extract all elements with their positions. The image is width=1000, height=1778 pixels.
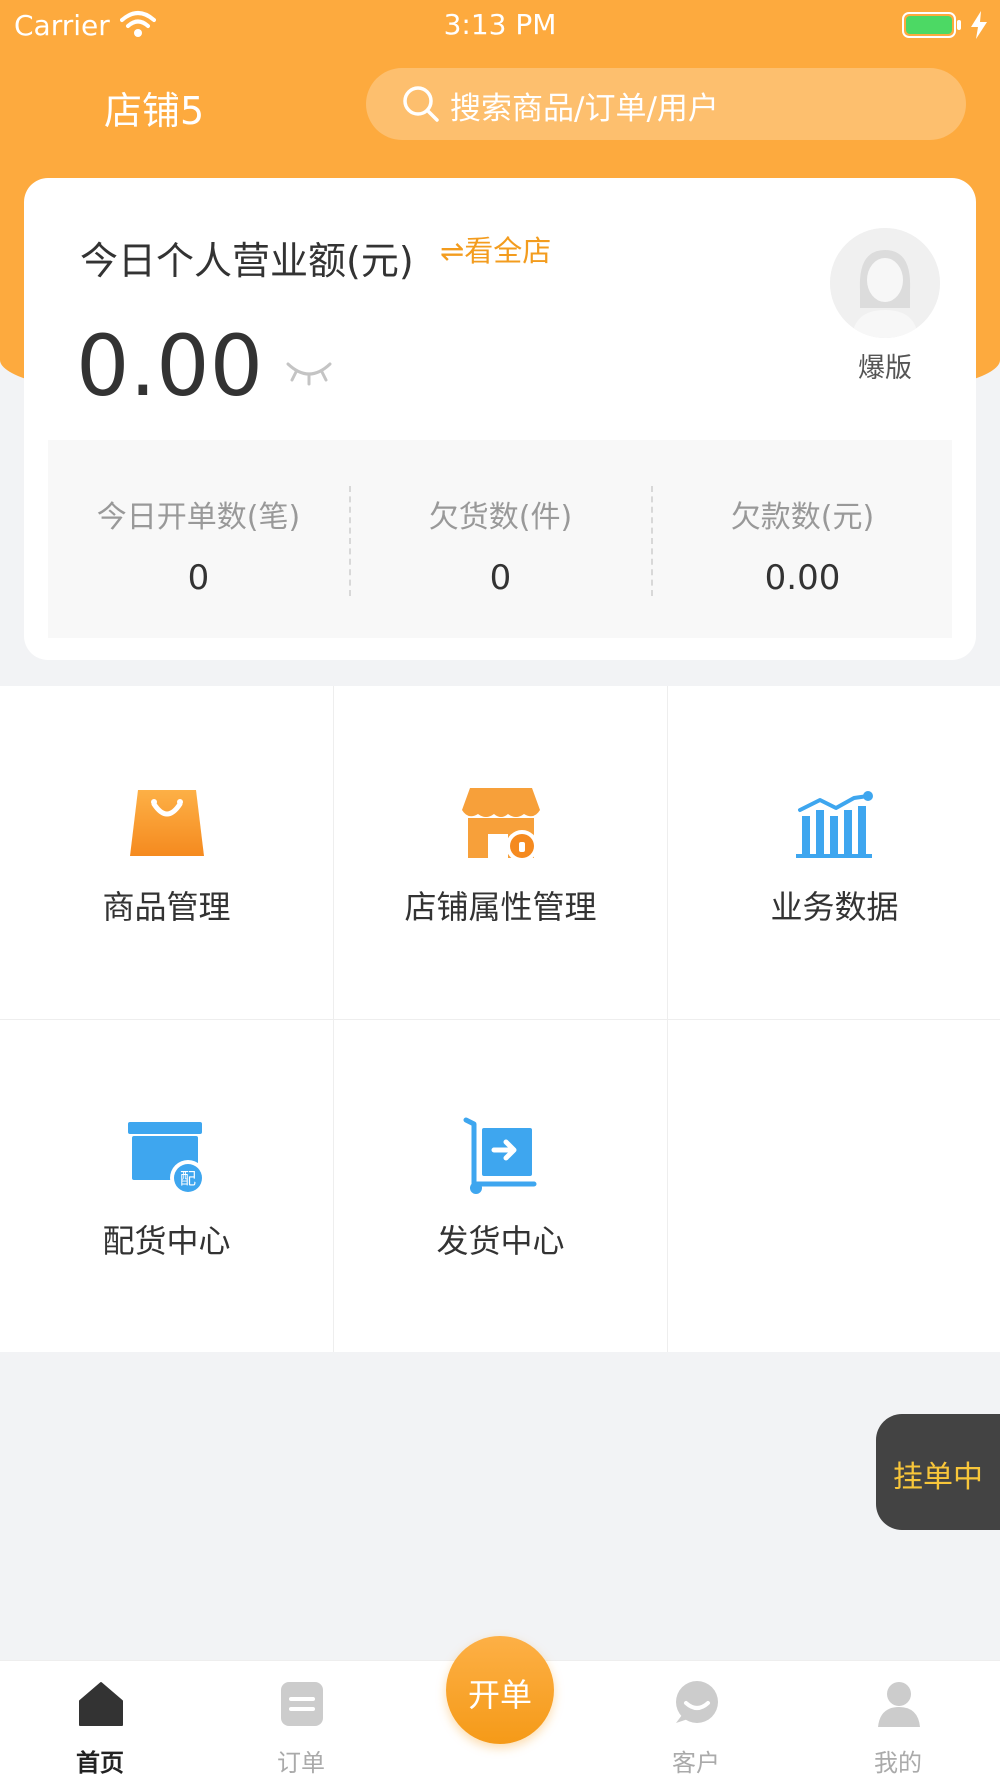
stat-label: 今日开单数(笔): [96, 500, 301, 535]
view-all-stores-link[interactable]: ⇌看全店: [440, 228, 551, 270]
eye-closed-icon[interactable]: [284, 358, 334, 388]
status-time: 3:13 PM: [443, 8, 557, 41]
pending-orders-label: 挂单中: [893, 1460, 983, 1495]
grid-item-label: 配货中心: [102, 1222, 231, 1260]
sales-value: 0.00: [76, 317, 264, 415]
stat-value: 0: [187, 558, 210, 598]
nav-item-orders[interactable]: 订单: [231, 1661, 371, 1778]
battery-icon: [902, 12, 961, 38]
store-lock-icon: [462, 788, 540, 862]
distribution-box-icon: 配: [128, 1122, 206, 1196]
nav-label: 我的: [874, 1749, 922, 1777]
order-icon: [281, 1682, 323, 1726]
bar-chart-icon: [796, 791, 873, 858]
nav-item-customers[interactable]: 客户: [626, 1661, 766, 1778]
nav-label: 客户: [672, 1749, 720, 1777]
stat-value: 0: [489, 558, 512, 598]
create-order-button[interactable]: 开单: [446, 1636, 554, 1744]
profile-icon: [878, 1682, 920, 1727]
function-grid: 商品管理 店铺属性管理 业务数据 配 配货中心 发货中心: [0, 686, 1000, 1352]
home-icon: [79, 1682, 123, 1726]
grid-item-label: 商品管理: [102, 888, 231, 926]
search-input[interactable]: 搜索商品/订单/用户: [366, 68, 966, 140]
sales-title: 今日个人营业额(元): [80, 239, 414, 283]
nav-label: 订单: [277, 1749, 325, 1777]
create-order-label: 开单: [467, 1676, 532, 1714]
grid-item-store-attributes[interactable]: 店铺属性管理: [334, 686, 667, 1019]
stat-debt[interactable]: 欠款数(元) 0.00: [652, 440, 953, 638]
grid-item-business-data[interactable]: 业务数据: [668, 686, 1000, 1019]
stat-orders-today[interactable]: 今日开单数(笔) 0: [48, 440, 349, 638]
grid-item-label: 发货中心: [436, 1222, 565, 1260]
grid-item-shipping-center[interactable]: 发货中心: [334, 1020, 667, 1353]
customer-icon: [676, 1681, 718, 1723]
grid-item-label: 业务数据: [770, 888, 899, 926]
charging-bolt-icon: [971, 11, 987, 39]
grid-item-label: 店铺属性管理: [404, 888, 597, 926]
stat-label: 欠款数(元): [730, 500, 875, 535]
stat-value: 0.00: [764, 558, 841, 598]
stat-backorder[interactable]: 欠货数(件) 0: [350, 440, 651, 638]
shipping-cart-icon: [463, 1117, 537, 1194]
search-placeholder: 搜索商品/订单/用户: [450, 91, 719, 127]
grid-item-product-management[interactable]: 商品管理: [0, 686, 333, 1019]
grid-item-distribution-center[interactable]: 配 配货中心: [0, 1020, 333, 1353]
search-icon: [403, 86, 439, 122]
shopping-bag-icon: [130, 790, 204, 856]
summary-card: 今日个人营业额(元) ⇌看全店 0.00 爆版 今日开单数(笔) 0 欠货数(件…: [24, 178, 976, 660]
nav-label: 首页: [76, 1749, 124, 1777]
status-bar: Carrier 3:13 PM: [0, 0, 1000, 52]
store-name[interactable]: 店铺5: [104, 80, 204, 135]
nav-item-profile[interactable]: 我的: [828, 1661, 968, 1778]
app-screen: Carrier 3:13 PM 店铺5 搜索商品/订单/用户 今日个人营业额(元…: [0, 0, 1000, 1778]
stats-panel: 今日开单数(笔) 0 欠货数(件) 0 欠款数(元) 0.00: [48, 440, 952, 638]
pending-orders-tab[interactable]: 挂单中: [876, 1414, 1000, 1530]
stat-label: 欠货数(件): [428, 500, 573, 535]
nav-item-home[interactable]: 首页: [30, 1661, 170, 1778]
svg-text:配: 配: [180, 1169, 196, 1188]
female-avatar-icon: [830, 228, 940, 338]
avatar-label: 爆版: [858, 353, 912, 384]
avatar[interactable]: [830, 228, 940, 338]
